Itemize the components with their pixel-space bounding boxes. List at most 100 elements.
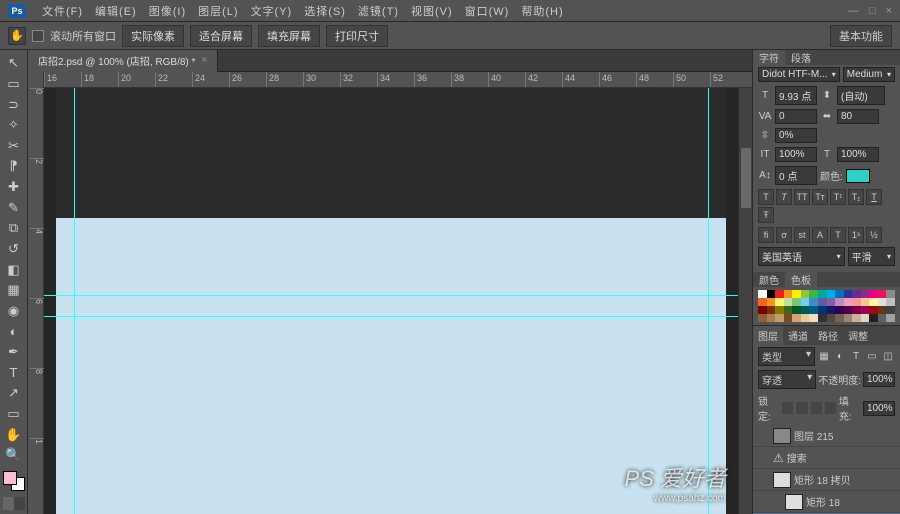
- swatch[interactable]: [835, 290, 844, 298]
- guide-horizontal[interactable]: [44, 316, 738, 317]
- menu-edit[interactable]: 编辑(E): [89, 3, 143, 19]
- swatch[interactable]: [844, 290, 853, 298]
- swatch[interactable]: [809, 290, 818, 298]
- swatch[interactable]: [835, 298, 844, 306]
- menu-file[interactable]: 文件(F): [36, 3, 89, 19]
- swatch[interactable]: [835, 314, 844, 322]
- swatch[interactable]: [801, 290, 810, 298]
- kerning-input[interactable]: 0: [775, 109, 817, 124]
- layer-row[interactable]: 图层 215: [753, 425, 900, 447]
- stamp-tool-icon[interactable]: ⧉: [3, 219, 25, 238]
- font-style-select[interactable]: Medium: [843, 67, 895, 82]
- swatch[interactable]: [801, 298, 810, 306]
- underline-button[interactable]: T: [866, 189, 882, 205]
- swatch[interactable]: [792, 298, 801, 306]
- swatch[interactable]: [775, 298, 784, 306]
- lock-trans-icon[interactable]: [782, 402, 793, 414]
- swatch[interactable]: [886, 306, 895, 314]
- hand-tool2-icon[interactable]: ✋: [3, 425, 25, 444]
- font-family-select[interactable]: Didot HTF-M...: [758, 67, 840, 82]
- actual-pixels-button[interactable]: 实际像素: [122, 25, 184, 47]
- layer-row[interactable]: 矩形 18 拷贝: [753, 469, 900, 491]
- subscript-button[interactable]: T₁: [848, 189, 864, 205]
- shape-tool-icon[interactable]: ▭: [3, 405, 25, 424]
- lasso-tool-icon[interactable]: ⊃: [3, 95, 25, 114]
- fill-screen-button[interactable]: 填充屏幕: [258, 25, 320, 47]
- smallcaps-button[interactable]: Tᴛ: [812, 189, 828, 205]
- eraser-tool-icon[interactable]: ◧: [3, 260, 25, 279]
- menu-filter[interactable]: 滤镜(T): [352, 3, 405, 19]
- swatch[interactable]: [784, 290, 793, 298]
- scale-input[interactable]: 0%: [775, 128, 817, 143]
- menu-view[interactable]: 视图(V): [405, 3, 459, 19]
- swatch[interactable]: [775, 306, 784, 314]
- swatch[interactable]: [758, 306, 767, 314]
- ot-a[interactable]: A: [812, 227, 828, 243]
- swatch[interactable]: [809, 306, 818, 314]
- workspace-switcher[interactable]: 基本功能: [830, 25, 892, 47]
- scroll-all-checkbox[interactable]: [32, 30, 44, 42]
- swatch[interactable]: [861, 306, 870, 314]
- brush-tool-icon[interactable]: ✎: [3, 198, 25, 217]
- quickmask-toggle[interactable]: [3, 497, 25, 510]
- menu-help[interactable]: 帮助(H): [515, 3, 569, 19]
- swatch[interactable]: [784, 298, 793, 306]
- swatch[interactable]: [878, 314, 887, 322]
- guide-vertical[interactable]: [708, 88, 709, 514]
- opacity-input[interactable]: 100%: [863, 372, 895, 387]
- swatch[interactable]: [878, 298, 887, 306]
- filter-type-icon[interactable]: T: [849, 350, 863, 364]
- language-select[interactable]: 美国英语: [758, 247, 845, 266]
- marquee-tool-icon[interactable]: ▭: [3, 75, 25, 94]
- layer-row[interactable]: ⚠搜索: [753, 447, 900, 469]
- caps-button[interactable]: TT: [794, 189, 810, 205]
- tab-paragraph[interactable]: 段落: [785, 50, 817, 65]
- lock-pixel-icon[interactable]: [796, 402, 807, 414]
- fit-screen-button[interactable]: 适合屏幕: [190, 25, 252, 47]
- swatch[interactable]: [784, 314, 793, 322]
- swatch[interactable]: [827, 314, 836, 322]
- canvas[interactable]: PS 爱好者 www.psahz.com: [44, 88, 738, 514]
- history-brush-icon[interactable]: ↺: [3, 240, 25, 259]
- swatch[interactable]: [767, 306, 776, 314]
- guide-vertical[interactable]: [74, 88, 75, 514]
- antialias-select[interactable]: 平滑: [848, 247, 895, 266]
- swatch[interactable]: [758, 314, 767, 322]
- layers-list[interactable]: 图层 215⚠搜索矩形 18 拷贝矩形 18👁▸ 📁店招👁▸ 📁导航👁: [753, 425, 900, 514]
- print-size-button[interactable]: 打印尺寸: [326, 25, 388, 47]
- blend-mode-select[interactable]: 穿透▾: [758, 370, 816, 389]
- path-tool-icon[interactable]: ↗: [3, 384, 25, 403]
- strike-button[interactable]: Ŧ: [758, 207, 774, 223]
- swatch[interactable]: [852, 298, 861, 306]
- swatch[interactable]: [844, 298, 853, 306]
- text-color-swatch[interactable]: [846, 169, 870, 183]
- guide-horizontal[interactable]: [44, 295, 738, 296]
- swatch[interactable]: [827, 298, 836, 306]
- swatch[interactable]: [861, 298, 870, 306]
- lock-pos-icon[interactable]: [811, 402, 822, 414]
- swatch[interactable]: [818, 306, 827, 314]
- hand-tool-icon[interactable]: ✋: [8, 27, 26, 45]
- swatch[interactable]: [758, 298, 767, 306]
- swatch[interactable]: [869, 314, 878, 322]
- menu-window[interactable]: 窗口(W): [459, 3, 516, 19]
- filter-shape-icon[interactable]: ▭: [865, 350, 879, 364]
- pen-tool-icon[interactable]: ✒: [3, 343, 25, 362]
- swatch[interactable]: [835, 306, 844, 314]
- swatch[interactable]: [809, 298, 818, 306]
- swatch[interactable]: [784, 306, 793, 314]
- crop-tool-icon[interactable]: ✂: [3, 137, 25, 156]
- swatch[interactable]: [852, 306, 861, 314]
- tab-channels[interactable]: 通道: [783, 326, 813, 345]
- tab-adjust[interactable]: 调整: [843, 326, 873, 345]
- scrollbar-vertical[interactable]: [738, 88, 752, 514]
- swatch[interactable]: [775, 290, 784, 298]
- fg-color-swatch[interactable]: [3, 471, 17, 485]
- menu-select[interactable]: 选择(S): [298, 3, 352, 19]
- filter-smart-icon[interactable]: ◫: [881, 350, 895, 364]
- swatch[interactable]: [886, 314, 895, 322]
- swatch[interactable]: [869, 298, 878, 306]
- tab-swatches[interactable]: 色板: [785, 272, 817, 287]
- wand-tool-icon[interactable]: ✧: [3, 116, 25, 135]
- swatch[interactable]: [767, 314, 776, 322]
